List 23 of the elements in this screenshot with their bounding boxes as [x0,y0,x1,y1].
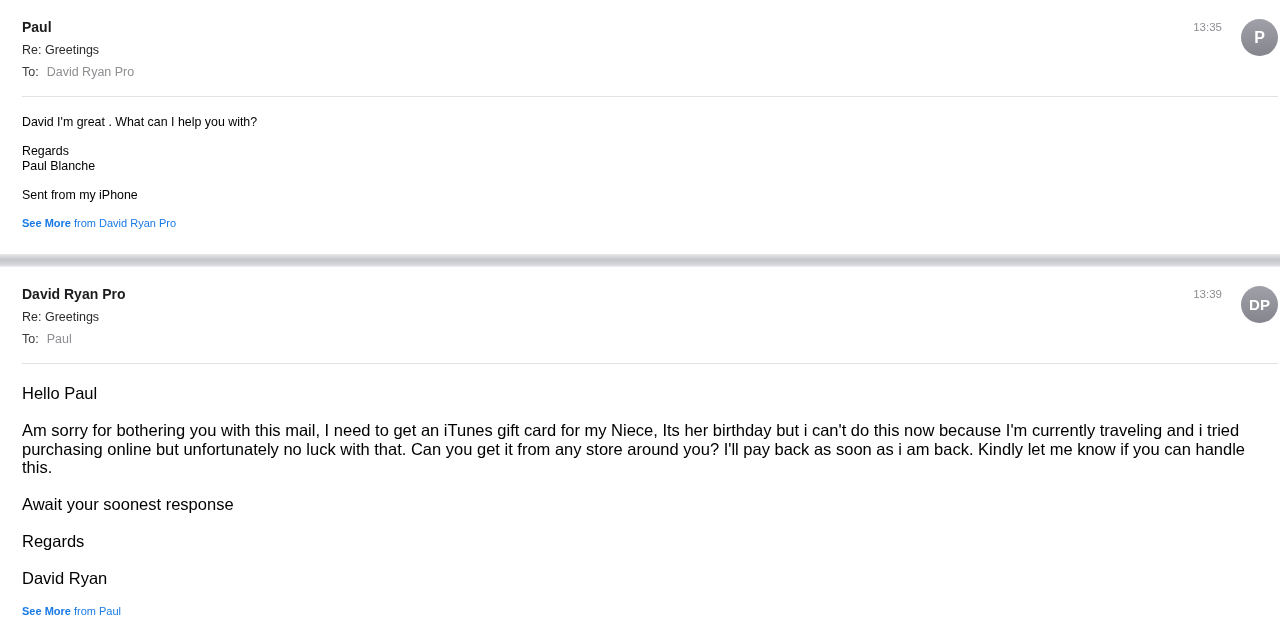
see-more-link[interactable]: See More from David Ryan Pro [22,216,177,230]
avatar: DP [1241,286,1278,323]
sender-name: David Ryan Pro [22,285,126,304]
message-text: Regards [22,532,86,551]
recipient-name: David Ryan Pro [46,64,135,81]
message-text: Sent from my iPhone [22,187,139,202]
message-time: 13:35 [1193,20,1222,35]
see-more-link[interactable]: See More from Paul [22,603,122,618]
to-label: To: [22,331,39,348]
message-text: Await your soonest response [22,495,235,514]
message-text: Regards [22,144,70,159]
message-text: Hello Paul [22,384,99,403]
message-text: Paul Blanche [22,158,97,173]
message-text: David Ryan [22,569,109,588]
subject-text: Re: Greetings [22,309,101,326]
message-text: David I'm great . What can I help you with? [22,115,259,130]
avatar: P [1241,19,1278,56]
message-time: 13:39 [1193,287,1222,302]
sender-name: Paul [22,18,53,37]
to-label: To: [22,64,39,81]
subject-text: Re: Greetings [22,42,101,59]
recipient-name: Paul [46,331,72,348]
message-text: Am sorry for bothering you with this mail, I need to get an iTunes gift card for my Niece, Its her birthday but i can't do this now because I'm currently traveling and i tried purchasing online but unfortunately no luck with that. Can you get it from any store around you? I'll pay back as soon as i am back. Kindly let me know if you can handle this. [22,421,1246,477]
